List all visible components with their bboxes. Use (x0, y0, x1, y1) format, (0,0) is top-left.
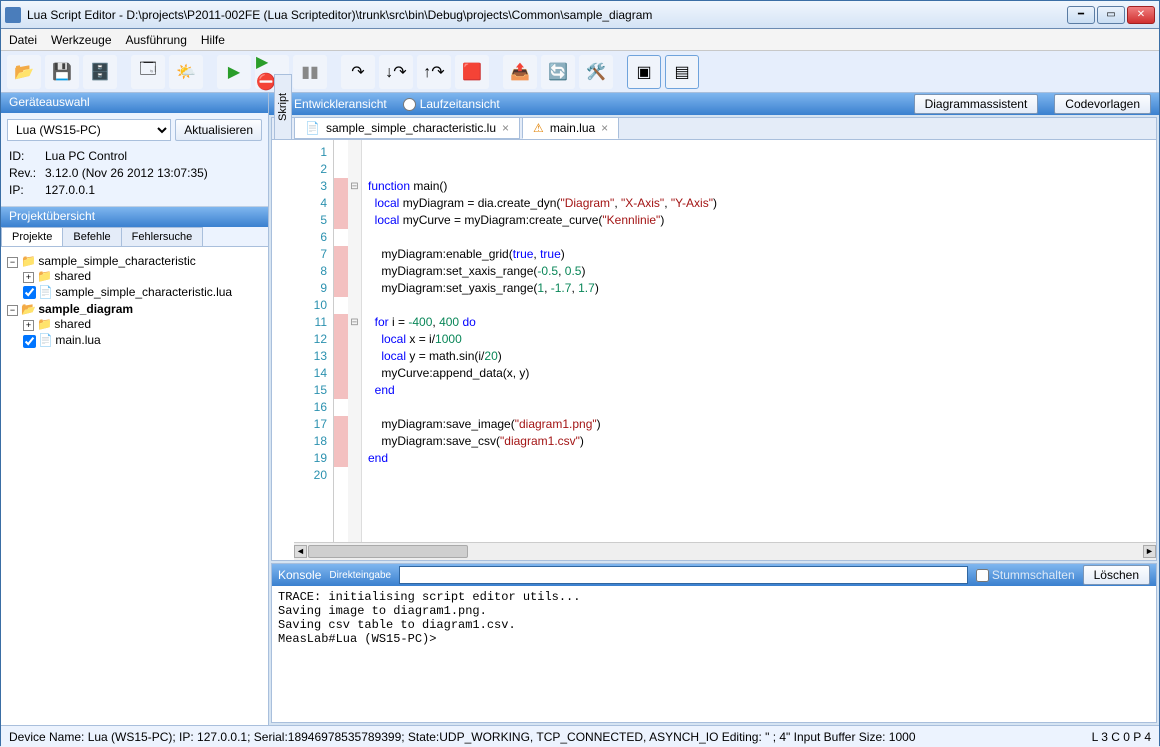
refresh-devices-button[interactable]: Aktualisieren (175, 119, 262, 141)
expand-icon[interactable]: + (23, 320, 34, 331)
folder-icon: 📁 (37, 269, 51, 283)
editor-tab[interactable]: 📄 sample_simple_characteristic.lu × (294, 117, 520, 139)
stop-icon[interactable]: 🟥 (455, 55, 489, 89)
scroll-left-icon[interactable]: ◄ (294, 545, 307, 558)
tree-item[interactable]: main.lua (55, 333, 100, 347)
skript-side-tab[interactable]: Skript (274, 74, 292, 140)
step-over-icon[interactable]: ↷ (341, 55, 375, 89)
close-button[interactable]: ✕ (1127, 6, 1155, 24)
sync-icon[interactable]: 🔄 (541, 55, 575, 89)
new-sunny-icon[interactable]: 🌤️ (169, 55, 203, 89)
file-checkbox[interactable] (23, 335, 36, 348)
project-panel-header: Projektübersicht (1, 207, 268, 227)
folder-active-icon: 📂 (21, 302, 35, 316)
radio-laufzeitansicht[interactable]: Laufzeitansicht (403, 97, 500, 111)
editor-tab-label: main.lua (550, 121, 595, 135)
open-project-icon[interactable]: 📂 (7, 55, 41, 89)
expand-icon[interactable]: − (7, 305, 18, 316)
menu-hilfe[interactable]: Hilfe (201, 33, 225, 47)
terminal-icon[interactable]: ▣ (627, 55, 661, 89)
menu-bar: Datei Werkzeuge Ausführung Hilfe (1, 29, 1159, 51)
console-output[interactable]: TRACE: initialising script editor utils.… (272, 586, 1156, 722)
close-tab-icon[interactable]: × (601, 121, 608, 135)
tab-projekte[interactable]: Projekte (1, 227, 63, 246)
tab-fehlersuche[interactable]: Fehlersuche (121, 227, 204, 246)
file-checkbox[interactable] (23, 286, 36, 299)
tree-item-active[interactable]: sample_diagram (38, 302, 133, 316)
menu-werkzeuge[interactable]: Werkzeuge (51, 33, 111, 47)
tree-item[interactable]: sample_simple_characteristic.lua (55, 285, 232, 299)
step-out-icon[interactable]: ↑↷ (417, 55, 451, 89)
new-device-icon[interactable]: 🗔 (131, 55, 165, 89)
code-editor[interactable]: 1234567891011121314151617181920 ⊟ ⊟ func… (294, 140, 1156, 542)
scrollbar-thumb[interactable] (308, 545, 468, 558)
upload-icon[interactable]: 📤 (503, 55, 537, 89)
project-tree[interactable]: −📁 sample_simple_characteristic +📁 share… (1, 247, 268, 725)
tree-item[interactable]: sample_simple_characteristic (38, 254, 195, 268)
lua-file-icon: 📄 (38, 285, 52, 299)
code-templates-button[interactable]: Codevorlagen (1054, 94, 1151, 114)
scroll-right-icon[interactable]: ► (1143, 545, 1156, 558)
device-select[interactable]: Lua (WS15-PC) (7, 119, 171, 141)
save-all-icon[interactable]: 🗄️ (83, 55, 117, 89)
diagram-assistant-button[interactable]: Diagrammassistent (914, 94, 1039, 114)
status-cursor-pos: L 3 C 0 P 4 (1092, 730, 1151, 744)
editor-tab-label: sample_simple_characteristic.lu (326, 121, 496, 135)
window-title: Lua Script Editor - D:\projects\P2011-00… (27, 8, 1065, 22)
step-into-icon[interactable]: ↓↷ (379, 55, 413, 89)
close-tab-icon[interactable]: × (502, 121, 509, 135)
save-project-icon[interactable]: 💾 (45, 55, 79, 89)
editor-tab-active[interactable]: ⚠ main.lua × (522, 117, 619, 139)
tree-item[interactable]: shared (54, 269, 91, 283)
horizontal-scrollbar[interactable]: ◄ ► (294, 542, 1156, 560)
view-switch-bar: Entwickleransicht Laufzeitansicht Diagra… (269, 93, 1159, 115)
console-header: Konsole (278, 568, 321, 582)
tree-item[interactable]: shared (54, 317, 91, 331)
console-direct-label: Direkteingabe (329, 570, 391, 581)
tools-icon[interactable]: 🛠️ (579, 55, 613, 89)
device-panel-header: Geräteauswahl (1, 93, 268, 113)
expand-icon[interactable]: − (7, 257, 18, 268)
window-titlebar: Lua Script Editor - D:\projects\P2011-00… (1, 1, 1159, 29)
app-icon (5, 7, 21, 23)
device-info: ID:Lua PC Control Rev.:3.12.0 (Nov 26 20… (7, 147, 210, 200)
maximize-button[interactable]: ▭ (1097, 6, 1125, 24)
status-bar: Device Name: Lua (WS15-PC); IP: 127.0.0.… (1, 725, 1159, 747)
tab-befehle[interactable]: Befehle (62, 227, 121, 246)
run-icon[interactable]: ▶ (217, 55, 251, 89)
menu-ausfuehrung[interactable]: Ausführung (126, 33, 187, 47)
radio-entwickleransicht[interactable]: Entwickleransicht (277, 97, 387, 111)
mute-checkbox[interactable]: Stummschalten (976, 568, 1075, 582)
lua-file-icon: 📄 (38, 333, 52, 347)
status-left: Device Name: Lua (WS15-PC); IP: 127.0.0.… (9, 730, 916, 744)
main-toolbar: 📂 💾 🗄️ 🗔 🌤️ ▶ ▶⛔ ▮▮ ↷ ↓↷ ↑↷ 🟥 📤 🔄 🛠️ ▣ ▤ (1, 51, 1159, 93)
folder-icon: 📁 (21, 254, 35, 268)
layout-icon[interactable]: ▤ (665, 55, 699, 89)
menu-datei[interactable]: Datei (9, 33, 37, 47)
expand-icon[interactable]: + (23, 272, 34, 283)
console-direct-input[interactable] (399, 566, 968, 584)
pause-icon[interactable]: ▮▮ (293, 55, 327, 89)
folder-icon: 📁 (37, 317, 51, 331)
lua-file-icon: 📄 (305, 121, 320, 135)
warning-icon: ⚠ (533, 121, 544, 135)
console-clear-button[interactable]: Löschen (1083, 565, 1150, 585)
minimize-button[interactable]: ━ (1067, 6, 1095, 24)
